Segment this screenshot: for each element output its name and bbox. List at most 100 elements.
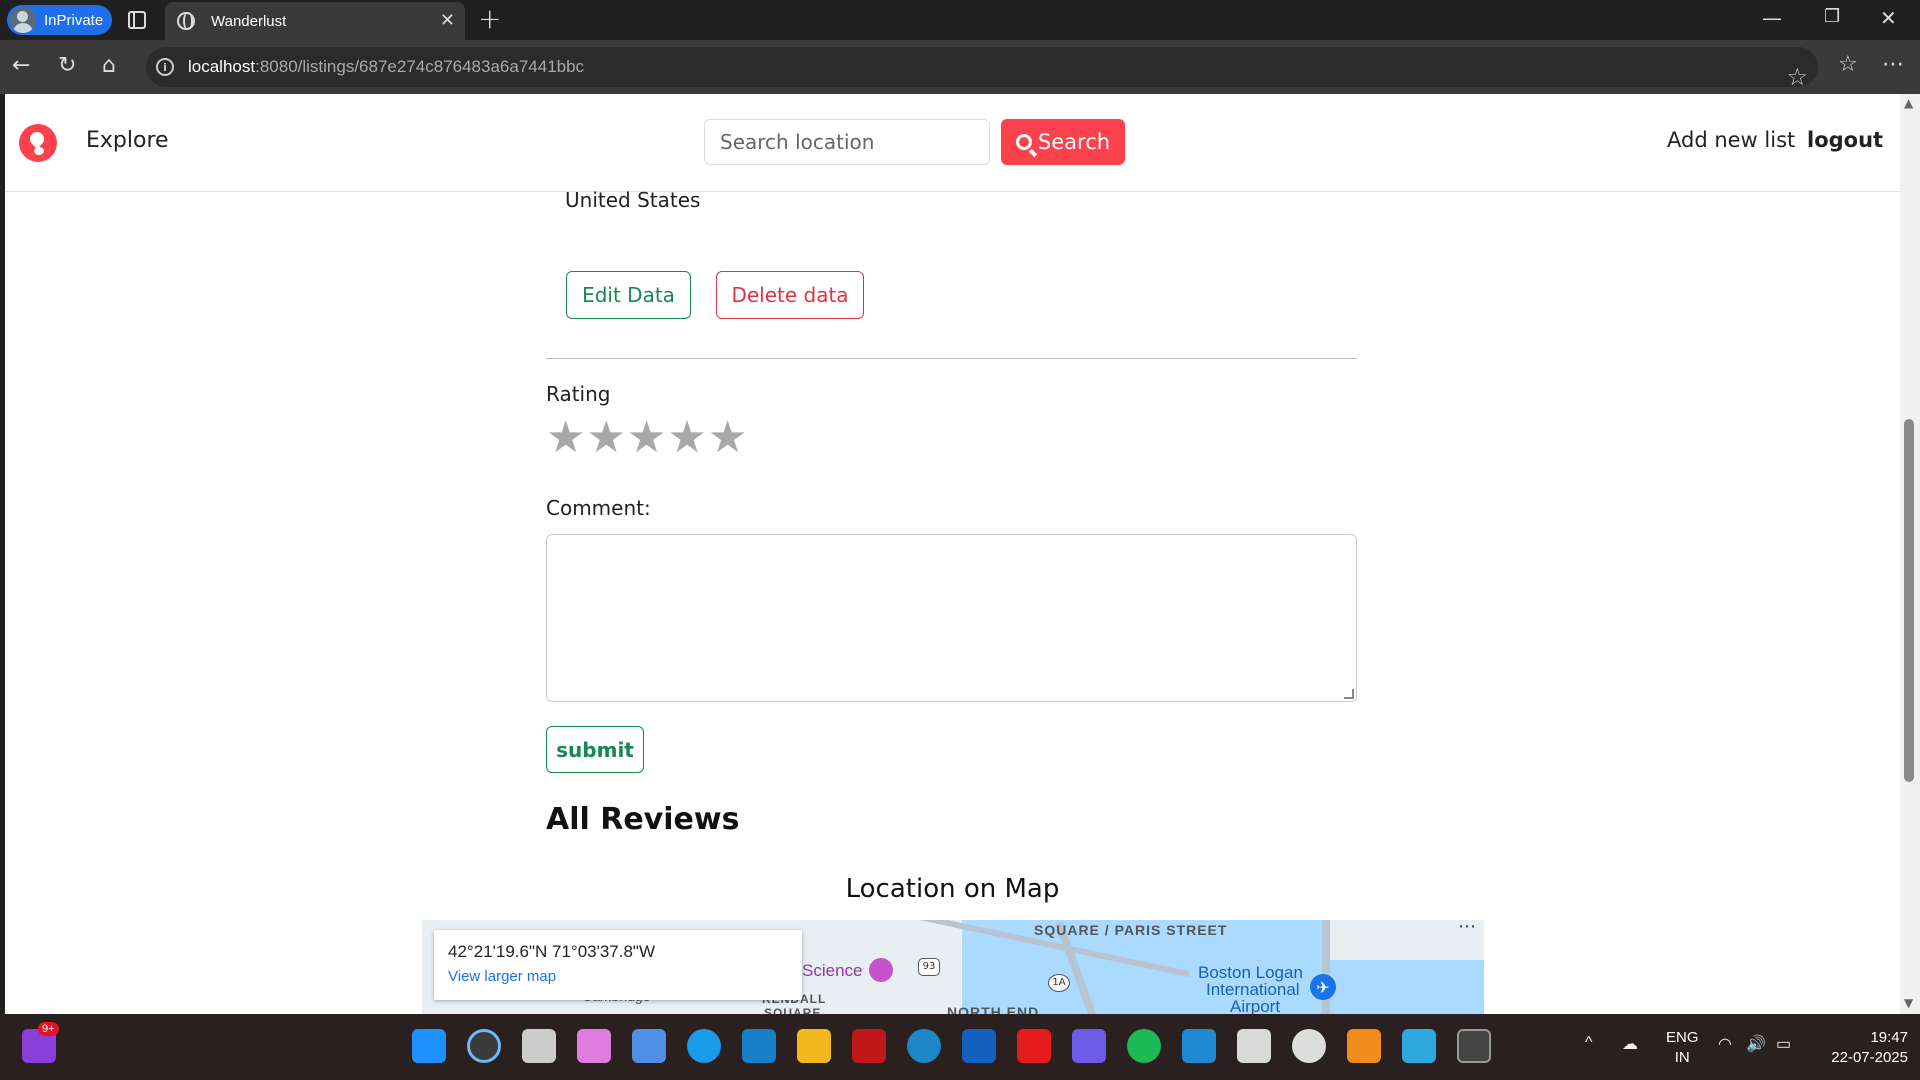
refresh-icon[interactable]: ↻ [58,53,76,79]
scrollbar-thumb[interactable] [1904,419,1914,782]
spotify-icon[interactable] [1127,1029,1161,1063]
tab-close-icon[interactable]: ✕ [440,10,455,31]
vlc-icon[interactable] [1347,1029,1381,1063]
comment-textarea[interactable] [546,534,1357,702]
embedded-map[interactable]: SQUARE / PARIS STREET Science 93 1A Bost… [422,920,1484,1014]
scroll-up-icon[interactable]: ▲ [1904,96,1913,110]
volume-icon[interactable]: 🔊 [1746,1034,1766,1054]
wifi-icon[interactable]: ◠ [1718,1034,1732,1054]
task-view-icon[interactable] [522,1029,556,1063]
minimize-icon[interactable]: — [1762,6,1782,30]
rating-label: Rating [546,382,611,406]
museum-icon[interactable] [869,958,893,982]
site-info-icon[interactable]: i [156,58,174,76]
map-info-card: 42°21'19.6"N 71°03'37.8"W View larger ma… [434,930,802,1000]
tab-actions-icon[interactable] [128,11,146,29]
delete-data-button[interactable]: Delete data [716,271,864,319]
map-water [1322,960,1484,1014]
view-larger-map-link[interactable]: View larger map [448,968,788,985]
search-input[interactable] [704,119,990,165]
edit-data-button[interactable]: Edit Data [566,271,691,319]
tab-title: Wanderlust [211,12,287,30]
add-new-list-link[interactable]: Add new list [1667,128,1795,152]
vscode-icon[interactable] [1182,1029,1216,1063]
compass-logo-icon[interactable] [19,124,57,162]
edge-icon[interactable] [907,1029,941,1063]
search-taskbar-icon[interactable] [467,1029,501,1063]
browser-tab[interactable]: Wanderlust ✕ [165,2,465,40]
resize-grip-icon[interactable] [1344,689,1354,699]
map-coordinates: 42°21'19.6"N 71°03'37.8"W [448,942,656,961]
clock-date: 22-07-2025 [1831,1049,1908,1066]
star-rating[interactable]: ★ ★ ★ ★ ★ [546,414,747,462]
notification-badge: 9+ [38,1022,59,1036]
battery-icon[interactable]: ▭ [1776,1034,1791,1054]
url-text: localhost:8080/listings/687e274c876483a6… [188,57,584,77]
terminal-icon[interactable] [1457,1029,1491,1063]
favorites-icon[interactable]: ☆ [1838,52,1858,77]
snipping-tool-icon[interactable] [1237,1029,1271,1063]
address-toolbar: ← ↻ ⌂ i localhost:8080/listings/687e274c… [0,40,1920,94]
star-icon[interactable]: ★ [667,414,706,462]
more-menu-icon[interactable]: ⋯ [1882,52,1904,77]
onedrive-icon[interactable]: ☁ [1622,1034,1638,1054]
airport-icon[interactable]: ✈ [1310,974,1336,1000]
nav-explore-link[interactable]: Explore [86,128,169,153]
star-icon[interactable]: ★ [546,414,585,462]
clock-time: 19:47 [1870,1029,1908,1046]
myhp-icon[interactable] [742,1029,776,1063]
window-close-icon[interactable]: ✕ [1880,6,1897,30]
start-icon[interactable] [412,1029,446,1063]
search-button[interactable]: Search [1001,119,1125,165]
restore-icon[interactable]: ❐ [1824,6,1840,27]
back-icon[interactable]: ← [12,53,30,79]
url-path: :8080/listings/687e274c876483a6a7441bbc [255,57,585,76]
star-icon[interactable]: ★ [627,414,666,462]
language-indicator[interactable]: ENG IN [1666,1028,1699,1068]
mongodb-icon[interactable] [1292,1029,1326,1063]
new-tab-icon[interactable]: + [478,4,501,34]
map-label: NORTH END [947,1004,1040,1014]
clipchamp-icon[interactable] [1072,1029,1106,1063]
site-navbar: Explore Search Add new list logout [5,94,1900,192]
map-more-icon[interactable]: ⋯ [1458,920,1476,937]
windows-taskbar: 9+ ^ ☁ ENG IN ◠ 🔊 ▭ 19:47 22-07-2025 [0,1014,1920,1080]
route-shield: 93 [918,958,940,976]
submit-review-button[interactable]: submit [546,726,644,773]
all-reviews-heading: All Reviews [546,802,740,837]
star-icon[interactable]: ★ [708,414,747,462]
url-host: localhost [188,57,256,76]
help-icon[interactable] [687,1029,721,1063]
map-heading: Location on Map [845,874,1060,904]
mcafee-icon[interactable] [852,1029,886,1063]
system-clock[interactable]: 19:47 22-07-2025 [1831,1028,1908,1068]
youtube-icon[interactable] [1017,1029,1051,1063]
globe-icon [177,12,195,30]
inprivate-label: InPrivate [44,11,104,29]
home-icon[interactable]: ⌂ [102,53,116,79]
search-icon [1015,134,1032,150]
listing-country: United States [565,188,701,212]
comment-label: Comment: [546,496,651,520]
copilot-icon[interactable] [577,1029,611,1063]
profile-avatar-icon [10,7,36,33]
store-icon[interactable] [632,1029,666,1063]
address-bar[interactable]: i localhost:8080/listings/687e274c876483… [146,47,1818,91]
page-scrollbar[interactable]: ▲ ▼ [1900,94,1920,1014]
lang-code: ENG [1666,1029,1699,1046]
outlook-icon[interactable] [962,1029,996,1063]
browser-tab-bar: InPrivate Wanderlust ✕ + — ❐ ✕ [0,0,1920,40]
web-page: Explore Search Add new list logout Unite… [5,94,1900,1014]
tray-chevron-icon[interactable]: ^ [1585,1034,1593,1052]
map-label: SQUARE [764,1006,822,1014]
map-label: SQUARE / PARIS STREET [1034,922,1228,938]
search-button-label: Search [1037,130,1111,154]
notepad-icon[interactable] [1402,1029,1436,1063]
star-icon[interactable]: ★ [586,414,625,462]
logout-link[interactable]: logout [1807,128,1883,152]
inprivate-badge[interactable]: InPrivate [7,5,112,35]
section-divider [546,358,1357,359]
scroll-down-icon[interactable]: ▼ [1904,996,1913,1010]
file-explorer-icon[interactable] [797,1029,831,1063]
map-label: Science [802,961,863,980]
